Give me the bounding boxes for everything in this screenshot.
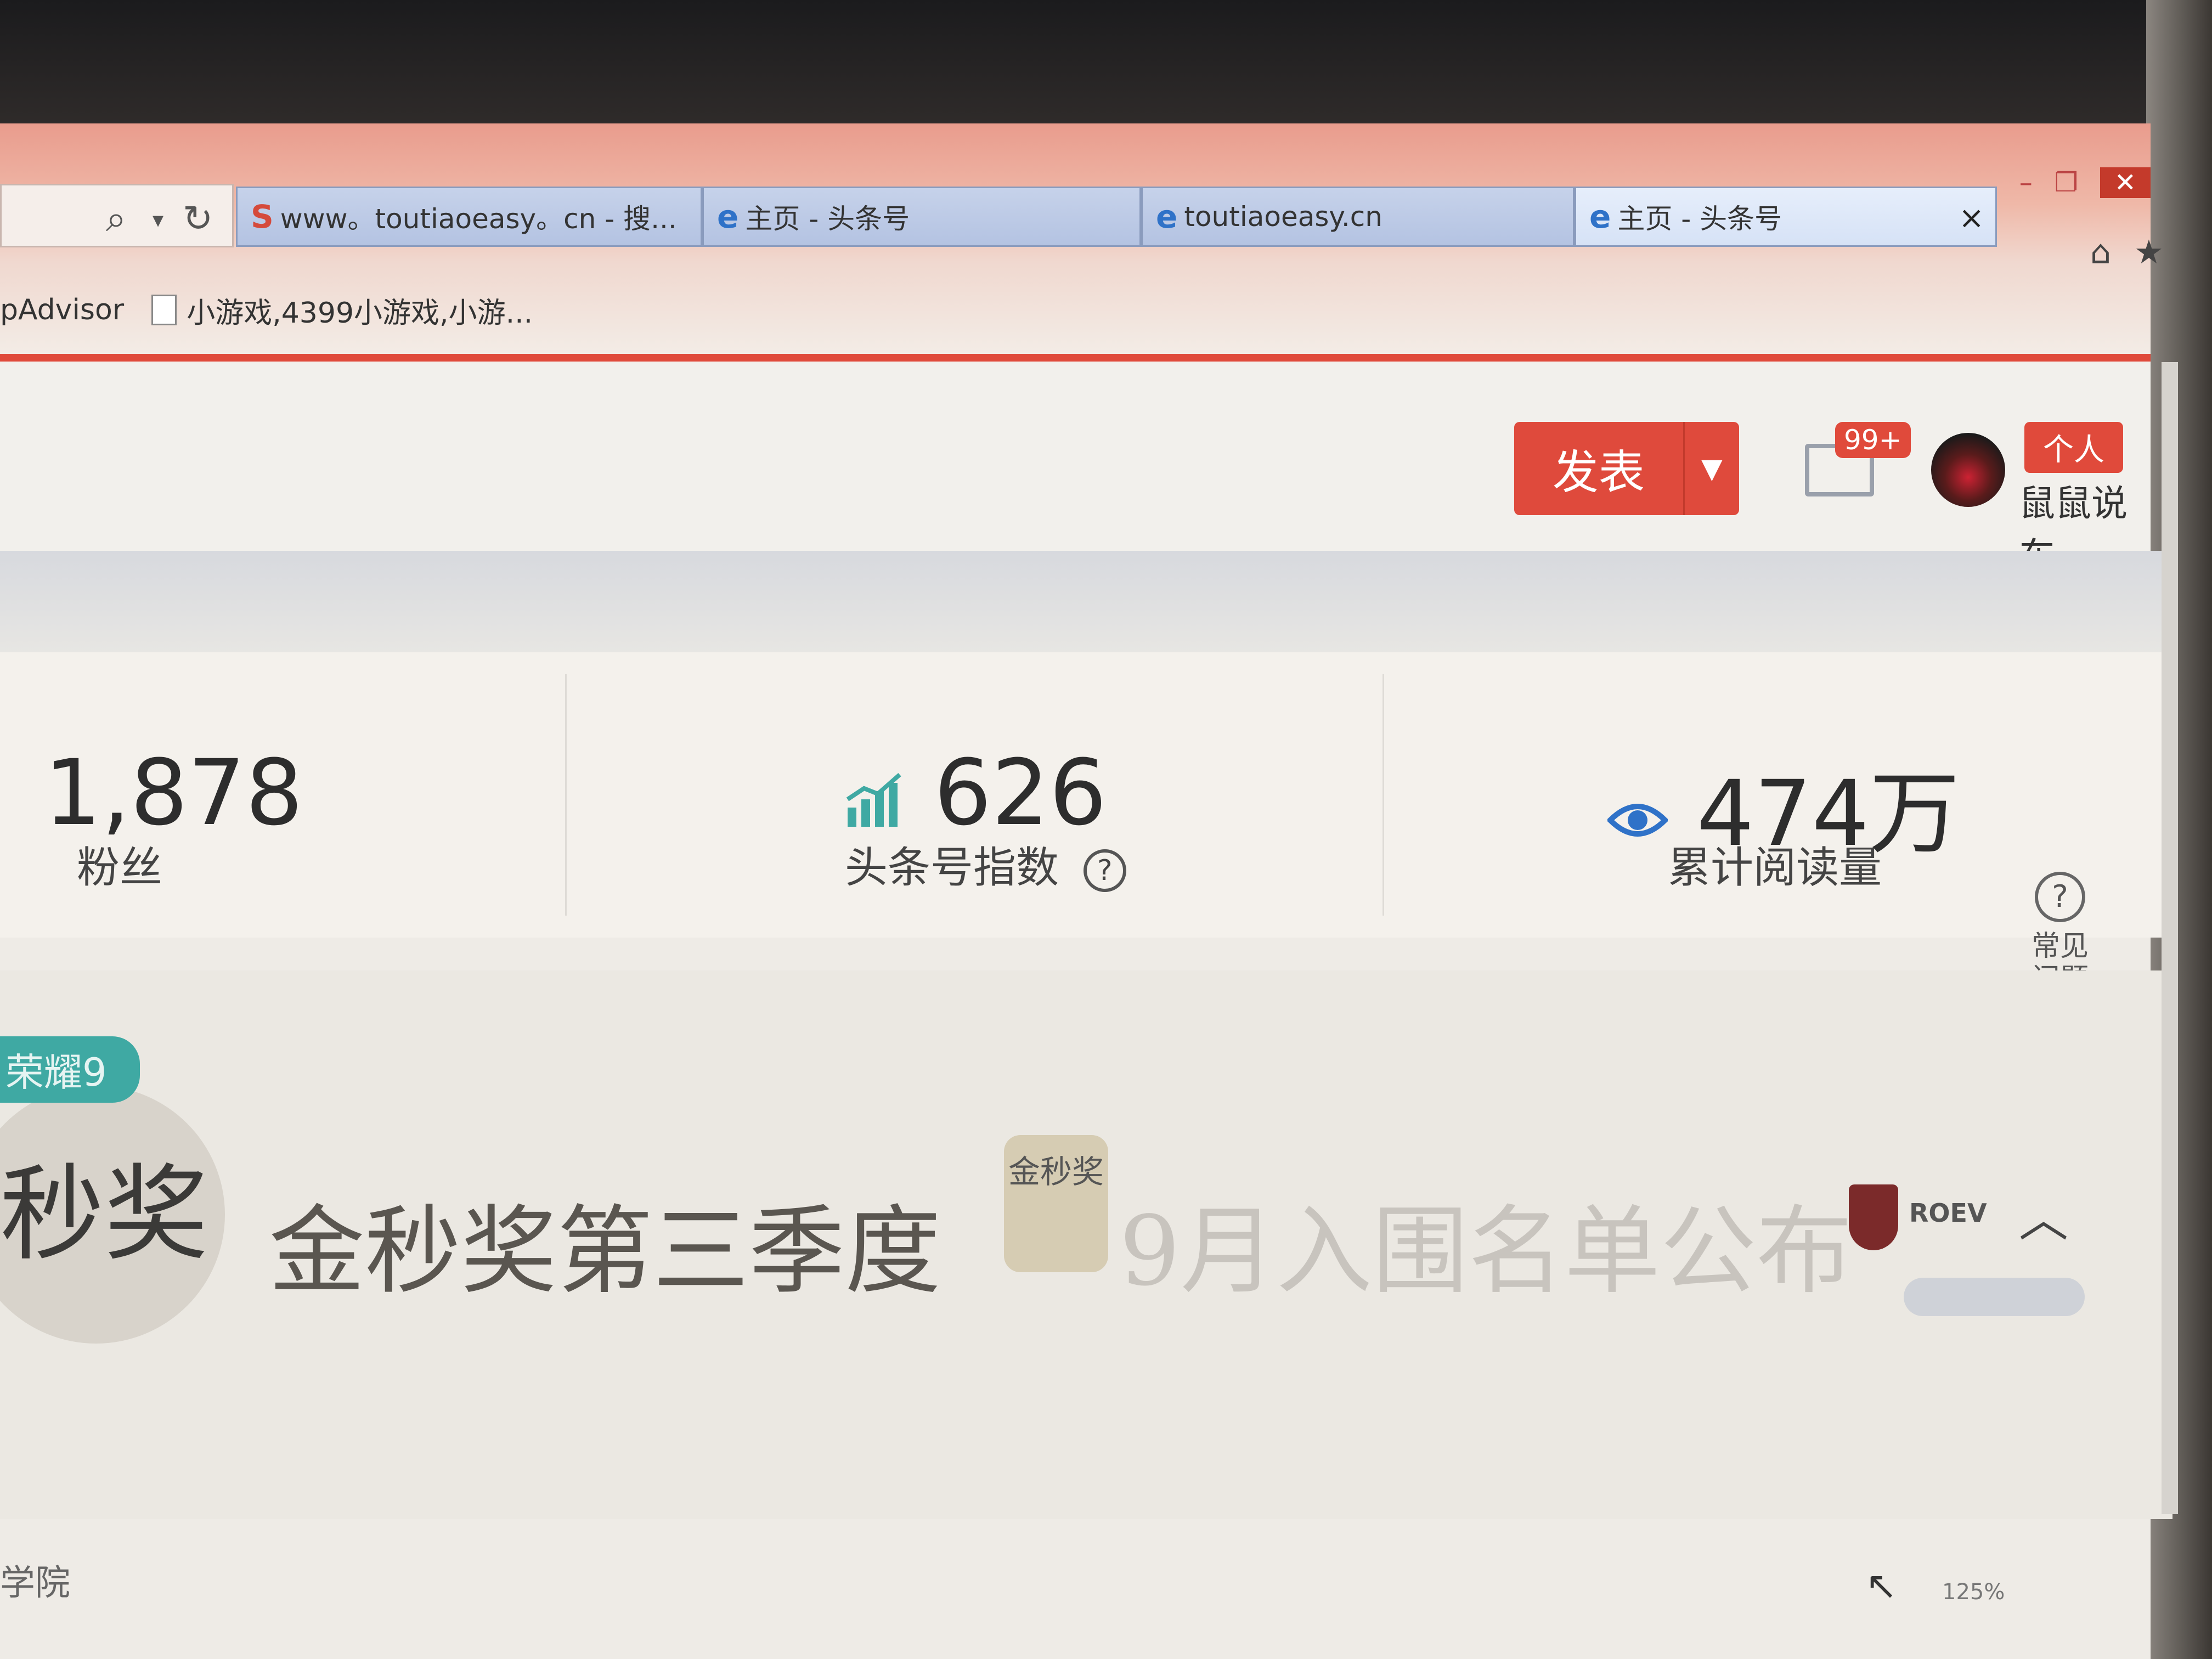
minimize-icon[interactable]: – [2019,167,2033,198]
promo-banner[interactable]: 荣耀9 秒奖 金秒奖第三季度 金秒奖 9月入围名单公布 ROEV ︿ [0,970,2172,1519]
followers-label: 粉丝 [77,843,163,893]
sogou-icon: S [251,198,274,235]
address-bar[interactable]: ⌕ ▾ ↻ [0,184,234,247]
tab-toutiaoeasy[interactable]: e toutiaoeasy.cn [1141,187,1575,247]
chevron-down-icon[interactable]: ▼ [1683,422,1739,515]
promo-badge: 金秒奖 [1004,1135,1108,1272]
index-label: 头条号指数 [845,843,1059,893]
carousel-dots[interactable] [1904,1278,2085,1316]
chart-bars-icon [846,772,901,827]
avatar[interactable] [1931,433,2005,507]
favorite-item-tripadvisor[interactable]: pAdvisor [0,294,124,326]
promo-title: 金秒奖第三季度 [269,1196,941,1307]
tab-label: 主页 - 头条号 [1617,203,1782,235]
promo-tag: 荣耀9 [0,1036,140,1103]
ie-icon: e [717,198,739,235]
scrollbar[interactable] [2162,362,2178,1514]
tab-home-active[interactable]: e 主页 - 头条号 × [1575,187,1997,247]
ie-icon: e [1589,198,1611,235]
divider [1383,674,1384,916]
notification-badge: 99+ [1835,422,1911,458]
index-label-row: 头条号指数 ? [845,833,1126,895]
divider [565,674,567,916]
refresh-icon[interactable]: ↻ [183,198,213,240]
browser-chrome: ⌕ ▾ ↻ S www。toutiaoeasy。cn - 搜... e 主页 -… [0,123,2164,354]
page-icon [151,295,177,325]
promo-seal-text: 秒奖 [0,1154,209,1275]
index-value: 626 [934,740,1107,845]
reads-label: 累计阅读量 [1668,843,1882,893]
promo-brand: ROEV [1909,1198,1987,1228]
site-header: 发表 ▼ 99+ 个人 鼠鼠说车 [0,362,2151,577]
favorites-bar: pAdvisor 小游戏,4399小游戏,小游... [0,283,2151,337]
restore-icon[interactable]: ❐ [2055,167,2078,198]
index-value-row: 626 [845,740,1107,845]
ie-icon: e [1156,198,1178,235]
followers-count: 1,878 [44,740,303,845]
monitor-bezel [0,0,2212,126]
tab-label: 主页 - 头条号 [745,203,910,235]
stat-followers[interactable]: 1,878 粉丝 [44,652,538,938]
home-icon[interactable]: ⌂ [2090,233,2111,272]
stat-index[interactable]: 626 头条号指数 ? [845,652,1393,938]
question-icon: ? [2035,872,2085,922]
promo-subtitle: 9月入围名单公布 [1119,1196,1853,1307]
tab-home-1[interactable]: e 主页 - 头条号 [702,187,1141,247]
header-accent-line [0,354,2151,362]
page-content: 发表 ▼ 99+ 个人 鼠鼠说车 1,878 粉丝 626 [0,362,2172,1659]
star-icon[interactable]: ★ [2134,233,2164,272]
tab-label: toutiaoeasy.cn [1184,201,1383,233]
footer-link[interactable]: 学院 [0,1555,70,1605]
tab-label: www。toutiaoeasy。cn - 搜... [280,203,677,235]
search-icon[interactable]: ⌕ [106,198,126,241]
favorite-item-4399[interactable]: 小游戏,4399小游戏,小游... [151,290,533,331]
eye-icon [1607,803,1668,837]
publish-button[interactable]: 发表 ▼ [1514,422,1739,515]
zoom-level[interactable]: 125% [1942,1579,2005,1605]
chevron-down-icon[interactable]: ▾ [153,207,163,233]
window-controls: – ❐ ✕ [2019,167,2151,198]
brand-shield-icon [1849,1184,1898,1250]
stats-panel: 1,878 粉丝 626 头条号指数 ? 474万 累计阅读量 [0,652,2172,938]
mouse-cursor-icon: ↖ [1865,1563,1898,1608]
personal-badge[interactable]: 个人 [2024,422,2123,473]
close-icon[interactable]: × [1959,200,1984,236]
window-close-icon[interactable]: ✕ [2100,167,2151,198]
help-icon[interactable]: ? [1083,849,1126,892]
publish-label: 发表 [1552,445,1645,499]
banner-strip [0,551,2172,652]
tab-sogou[interactable]: S www。toutiaoeasy。cn - 搜... [236,187,702,247]
chevron-up-icon[interactable]: ︿ [2019,1179,2068,1250]
